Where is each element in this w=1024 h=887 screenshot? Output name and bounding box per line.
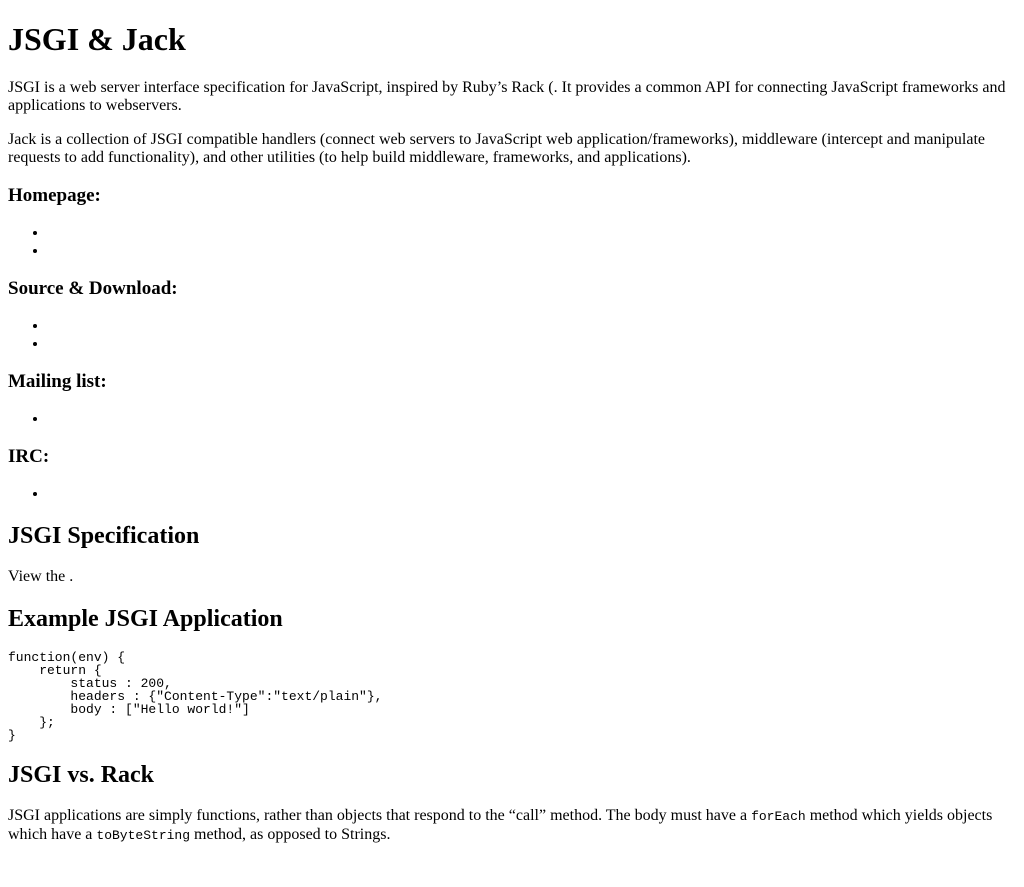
source-link-item[interactable] (48, 335, 1016, 353)
example-code-block: function(env) { return { status : 200, h… (8, 650, 383, 743)
vs-text-part: method, as opposed to Strings. (190, 826, 391, 843)
source-link-item[interactable] (48, 317, 1016, 335)
jsgi-vs-rack-text: JSGI applications are simply functions, … (8, 807, 1016, 845)
irc-list (8, 485, 1016, 503)
homepage-link-item[interactable] (48, 224, 1016, 242)
jsgi-vs-rack-heading: JSGI vs. Rack (8, 762, 155, 788)
example-heading: Example JSGI Application (8, 606, 283, 632)
spec-text: View the . (8, 568, 74, 585)
irc-link-item[interactable] (48, 485, 1016, 503)
spec-heading: JSGI Specification (8, 523, 200, 549)
intro-paragraph-jsgi: JSGI is a web server interface specifica… (8, 79, 1006, 114)
mailing-list-link-item[interactable] (48, 410, 1016, 428)
mailing-list-list (8, 410, 1016, 428)
mailing-list-heading: Mailing list: (8, 371, 107, 392)
homepage-heading: Homepage: (8, 185, 101, 206)
homepage-link-item[interactable] (48, 242, 1016, 260)
vs-text-part: JSGI applications are simply functions, … (8, 807, 752, 824)
tobytestring-code: toByteString (96, 828, 191, 843)
foreach-code: forEach (751, 809, 806, 824)
irc-heading: IRC: (8, 446, 50, 467)
intro-paragraph-jack: Jack is a collection of JSGI compatible … (8, 131, 985, 166)
source-download-list (8, 317, 1016, 353)
homepage-list (8, 224, 1016, 260)
page-title: JSGI & Jack (8, 21, 186, 57)
source-download-heading: Source & Download: (8, 278, 178, 299)
